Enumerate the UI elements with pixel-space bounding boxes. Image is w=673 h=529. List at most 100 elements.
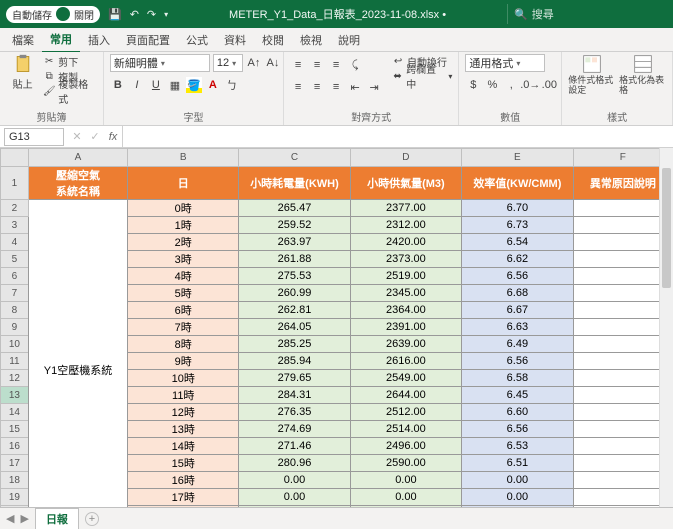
tab-說明[interactable]: 說明 xyxy=(330,28,368,52)
cut-button[interactable]: ✂剪下 xyxy=(43,54,97,68)
header-cell-E[interactable]: 效率值(KW/CMM) xyxy=(462,167,574,200)
row-header-11[interactable]: 11 xyxy=(1,353,29,370)
table-cell[interactable] xyxy=(573,489,672,506)
decrease-font-button[interactable]: A↓ xyxy=(265,55,281,71)
italic-button[interactable]: I xyxy=(129,77,145,93)
row-header-8[interactable]: 8 xyxy=(1,302,29,319)
tab-檔案[interactable]: 檔案 xyxy=(4,28,42,52)
tab-常用[interactable]: 常用 xyxy=(42,27,80,53)
sheet-nav-next-icon[interactable]: ▶ xyxy=(20,512,28,525)
undo-icon[interactable]: ↶ xyxy=(130,8,139,21)
align-center-button[interactable]: ≡ xyxy=(309,79,325,95)
row-header-13[interactable]: 13 xyxy=(1,387,29,404)
table-cell[interactable]: 6.62 xyxy=(462,251,574,268)
row-header-20[interactable]: 20 xyxy=(1,506,29,508)
table-cell[interactable]: 6.49 xyxy=(462,336,574,353)
table-cell[interactable] xyxy=(573,472,672,489)
table-cell[interactable]: 0時 xyxy=(128,200,239,217)
merge-center-button[interactable]: ⬌跨欄置中▾ xyxy=(392,69,452,83)
currency-button[interactable]: $ xyxy=(465,77,481,93)
table-cell[interactable]: 6.68 xyxy=(462,285,574,302)
table-cell[interactable] xyxy=(573,302,672,319)
table-cell[interactable]: 263.97 xyxy=(239,234,350,251)
save-icon[interactable]: 💾 xyxy=(108,8,122,21)
table-cell[interactable]: 2時 xyxy=(128,234,239,251)
table-cell[interactable]: 6.45 xyxy=(462,387,574,404)
table-cell[interactable]: 2639.00 xyxy=(350,336,461,353)
font-color-button[interactable]: A xyxy=(205,77,221,93)
align-middle-button[interactable]: ≡ xyxy=(309,57,325,73)
table-cell[interactable]: 260.99 xyxy=(239,285,350,302)
table-cell[interactable]: 275.53 xyxy=(239,268,350,285)
align-left-button[interactable]: ≡ xyxy=(290,79,306,95)
table-cell[interactable]: 2616.00 xyxy=(350,353,461,370)
table-cell[interactable] xyxy=(573,438,672,455)
header-cell-D[interactable]: 小時供氣量(M3) xyxy=(350,167,461,200)
table-cell[interactable]: 0.00 xyxy=(350,472,461,489)
number-format-dropdown[interactable]: 通用格式▾ xyxy=(465,54,545,72)
formula-input[interactable] xyxy=(122,126,673,147)
table-cell[interactable] xyxy=(573,353,672,370)
row-header-9[interactable]: 9 xyxy=(1,319,29,336)
table-cell[interactable]: 2364.00 xyxy=(350,302,461,319)
table-cell[interactable]: 284.31 xyxy=(239,387,350,404)
table-cell[interactable]: 2549.00 xyxy=(350,370,461,387)
align-right-button[interactable]: ≡ xyxy=(328,79,344,95)
table-cell[interactable]: 9時 xyxy=(128,353,239,370)
table-cell[interactable]: 2514.00 xyxy=(350,421,461,438)
table-cell[interactable]: 8時 xyxy=(128,336,239,353)
table-cell[interactable]: 285.25 xyxy=(239,336,350,353)
table-cell[interactable]: 0.00 xyxy=(239,489,350,506)
row-header-16[interactable]: 16 xyxy=(1,438,29,455)
table-cell[interactable]: 2377.00 xyxy=(350,200,461,217)
table-cell[interactable]: 16時 xyxy=(128,472,239,489)
table-cell[interactable]: 0.00 xyxy=(462,472,574,489)
col-header-E[interactable]: E xyxy=(462,149,574,167)
table-cell[interactable] xyxy=(573,217,672,234)
table-cell[interactable] xyxy=(573,268,672,285)
table-cell[interactable]: 2644.00 xyxy=(350,387,461,404)
row-header-3[interactable]: 3 xyxy=(1,217,29,234)
align-top-button[interactable]: ≡ xyxy=(290,57,306,73)
header-cell-C[interactable]: 小時耗電量(KWH) xyxy=(239,167,350,200)
conditional-format-button[interactable]: 條件式格式設定 xyxy=(568,54,615,96)
table-cell[interactable]: 259.52 xyxy=(239,217,350,234)
select-all-corner[interactable] xyxy=(1,149,29,167)
font-name-dropdown[interactable]: 新細明體▾ xyxy=(110,54,210,72)
table-cell[interactable] xyxy=(573,200,672,217)
table-cell[interactable]: 13時 xyxy=(128,421,239,438)
sheet-nav-prev-icon[interactable]: ◀ xyxy=(6,512,14,525)
table-cell[interactable]: 271.46 xyxy=(239,438,350,455)
bold-button[interactable]: B xyxy=(110,77,126,93)
phonetic-button[interactable]: ㄅ xyxy=(224,77,240,93)
table-cell[interactable]: 264.05 xyxy=(239,319,350,336)
autosave-toggle[interactable]: 自動儲存 關閉 xyxy=(6,6,100,23)
table-cell[interactable]: 0.00 xyxy=(239,472,350,489)
table-cell[interactable]: 2420.00 xyxy=(350,234,461,251)
comma-button[interactable]: , xyxy=(503,77,519,93)
col-header-A[interactable]: A xyxy=(28,149,127,167)
redo-icon[interactable]: ↷ xyxy=(147,8,156,21)
table-cell[interactable]: 2312.00 xyxy=(350,217,461,234)
table-cell[interactable]: 2345.00 xyxy=(350,285,461,302)
table-cell[interactable]: 2519.00 xyxy=(350,268,461,285)
table-cell[interactable]: 0.00 xyxy=(462,489,574,506)
paste-button[interactable]: 貼上 xyxy=(6,54,39,91)
row-header-15[interactable]: 15 xyxy=(1,421,29,438)
table-cell[interactable]: 6.67 xyxy=(462,302,574,319)
table-cell[interactable]: 261.88 xyxy=(239,251,350,268)
table-cell[interactable]: 6.58 xyxy=(462,370,574,387)
worksheet-grid[interactable]: ABCDEF1壓縮空氣系統名稱日小時耗電量(KWH)小時供氣量(M3)效率值(K… xyxy=(0,148,673,507)
table-cell[interactable]: 265.47 xyxy=(239,200,350,217)
table-cell[interactable]: 6.56 xyxy=(462,353,574,370)
table-cell[interactable] xyxy=(573,387,672,404)
tab-資料[interactable]: 資料 xyxy=(216,28,254,52)
table-cell[interactable]: 6.73 xyxy=(462,217,574,234)
table-cell[interactable]: 5時 xyxy=(128,285,239,302)
row-header-5[interactable]: 5 xyxy=(1,251,29,268)
table-cell[interactable]: 2512.00 xyxy=(350,404,461,421)
tab-檢視[interactable]: 檢視 xyxy=(292,28,330,52)
tab-校閱[interactable]: 校閱 xyxy=(254,28,292,52)
table-cell[interactable]: 285.94 xyxy=(239,353,350,370)
table-cell[interactable] xyxy=(573,285,672,302)
